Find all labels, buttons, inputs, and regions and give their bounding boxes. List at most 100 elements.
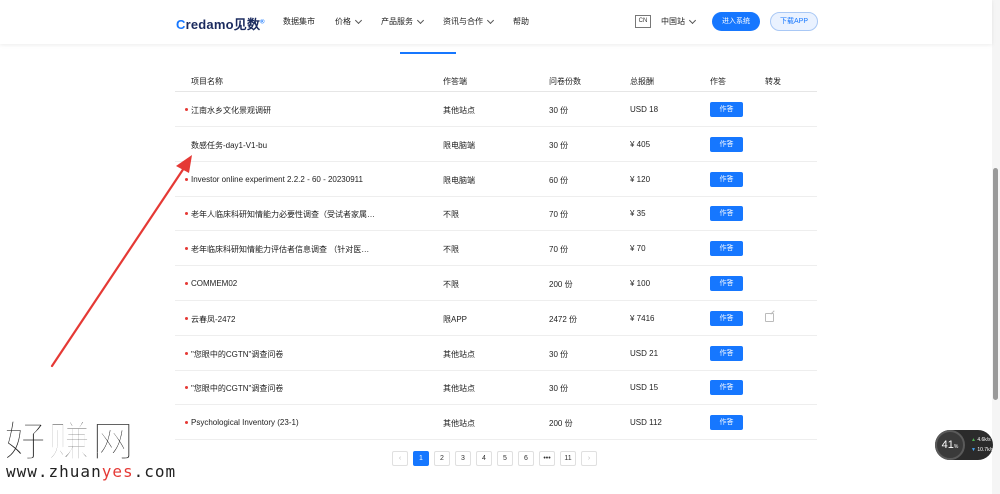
download-speed: ▼ 10.7k/s [971, 447, 994, 453]
red-dot-marker [185, 282, 188, 285]
red-dot-marker [185, 212, 188, 216]
nav-item-label: 帮助 [513, 17, 529, 26]
nav-item-0[interactable]: 数据集市 [283, 16, 315, 27]
project-name[interactable]: 数感任务-day1-V1-bu [191, 140, 267, 151]
project-name[interactable]: Investor online experiment 2.2.2 - 60 - … [191, 175, 363, 184]
table-row: Investor online experiment 2.2.2 - 60 - … [175, 162, 817, 197]
questionnaire-count: 60 份 [549, 175, 569, 185]
project-name[interactable]: "您眼中的CGTN"调查问卷 [191, 383, 283, 394]
total-pay: ¥ 35 [630, 209, 646, 219]
table-header: 项目名称 作答端 问卷份数 总报酬 作答 转发 [175, 70, 817, 92]
terminal-type: 限电脑端 [443, 175, 475, 185]
questionnaire-count: 2472 份 [549, 314, 578, 324]
questionnaire-count: 30 份 [549, 140, 569, 150]
answer-button[interactable]: 作答 [710, 276, 743, 291]
region-label: 中国站 [661, 17, 685, 26]
answer-button[interactable]: 作答 [710, 136, 743, 152]
watermark-logo-text: 好赚网 [3, 418, 137, 466]
page-button-1[interactable]: 2 [434, 451, 450, 466]
answer-button[interactable]: 作答 [710, 171, 743, 187]
download-app-button[interactable]: 下载APP [770, 12, 818, 31]
answer-button[interactable]: 作答 [710, 310, 743, 326]
terminal-type: 其他站点 [443, 419, 475, 429]
table-row: 数感任务-day1-V1-bu 限电脑端 30 份 ¥ 405 作答 [175, 127, 817, 162]
page-button-3[interactable]: 4 [476, 451, 492, 466]
region-selector[interactable]: 中国站 [661, 16, 697, 27]
col-pay: 总报酬 [630, 77, 654, 86]
nav-item-4[interactable]: 帮助 [513, 16, 529, 27]
total-pay: ¥ 70 [630, 244, 646, 254]
answer-button[interactable]: 作答 [710, 102, 743, 117]
red-dot-marker [185, 386, 188, 390]
network-speed-widget[interactable]: 41% ▲ 4.6k/s ▼ 10.7k/s [935, 430, 993, 460]
answer-button[interactable]: 作答 [710, 345, 743, 361]
project-name[interactable]: "您眼中的CGTN"调查问卷 [191, 349, 283, 360]
red-dot-marker [185, 247, 188, 251]
project-name[interactable]: 老年人临床科研知情能力必要性调查（受试者家属… [191, 209, 375, 220]
col-count: 问卷份数 [549, 77, 581, 86]
total-pay: USD 15 [630, 383, 659, 393]
project-name[interactable]: COMMEM02 [191, 279, 237, 288]
project-name[interactable]: Psychological Inventory (23-1) [191, 418, 299, 427]
table-row: COMMEM02 不限 200 份 ¥ 100 作答 [175, 266, 817, 301]
col-project-name: 项目名称 [191, 77, 223, 86]
nav-item-2[interactable]: 产品服务 [381, 16, 425, 27]
chevron-down-icon [416, 16, 425, 24]
page-button-2[interactable]: 3 [455, 451, 471, 466]
terminal-type: 其他站点 [443, 106, 475, 115]
questionnaire-count: 30 份 [549, 384, 569, 394]
table-row: 老年人临床科研知情能力必要性调查（受试者家属… 不限 70 份 ¥ 35 作答 [175, 196, 817, 232]
terminal-type: 不限 [443, 210, 459, 220]
project-name[interactable]: 老年临床科研知情能力评估者信息调查 （针对医… [191, 244, 369, 255]
prev-page-button[interactable]: ‹ [392, 451, 408, 466]
enter-system-button[interactable]: 进入系统 [712, 12, 760, 31]
nav-item-label: 资讯与合作 [443, 17, 483, 26]
language-toggle[interactable]: CN [635, 15, 651, 28]
table-row: "您眼中的CGTN"调查问卷 其他站点 30 份 USD 21 作答 [175, 336, 817, 371]
total-pay: ¥ 100 [630, 279, 651, 288]
page-button-0[interactable]: 1 [413, 451, 429, 466]
credamo-logo[interactable]: Credamo见数® [176, 14, 265, 33]
col-action: 作答 [710, 77, 726, 86]
terminal-type: 不限 [443, 280, 459, 289]
pagination: ‹ 1 2 3 4 5 6 ••• 11 › [392, 451, 602, 466]
red-dot-marker [185, 316, 188, 320]
chevron-down-icon [688, 16, 697, 24]
next-page-button[interactable]: › [581, 451, 597, 466]
watermark-url: www.zhuanyes.com [6, 462, 177, 481]
answer-button[interactable]: 作答 [710, 415, 743, 431]
active-tab-underline [400, 52, 456, 54]
scrollbar-thumb[interactable] [993, 168, 998, 400]
cpu-percent-badge: 41% [935, 430, 965, 460]
page-button-4[interactable]: 5 [497, 451, 513, 466]
terminal-type: 不限 [443, 245, 459, 255]
project-name[interactable]: 云春凤-2472 [191, 314, 235, 325]
upload-speed: ▲ 4.6k/s [971, 437, 991, 443]
questionnaire-count: 30 份 [549, 106, 569, 115]
red-dot-marker [185, 108, 188, 111]
answer-button[interactable]: 作答 [710, 380, 743, 396]
terminal-type: 限APP [443, 314, 468, 324]
terminal-type: 其他站点 [443, 384, 475, 394]
nav-item-label: 价格 [335, 17, 351, 26]
page-button-5[interactable]: 6 [518, 451, 534, 466]
table-row: 云春凤-2472 限APP 2472 份 ¥ 7416 作答 [175, 301, 817, 336]
share-icon[interactable] [765, 312, 774, 322]
answer-button[interactable]: 作答 [710, 241, 743, 257]
terminal-type: 其他站点 [443, 349, 475, 359]
questionnaire-count: 70 份 [549, 210, 569, 220]
answer-button[interactable]: 作答 [710, 206, 743, 222]
nav-item-label: 产品服务 [381, 17, 413, 26]
questionnaire-count: 200 份 [549, 419, 573, 429]
page-button-7[interactable]: 11 [560, 451, 576, 466]
table-row: "您眼中的CGTN"调查问卷 其他站点 30 份 USD 15 作答 [175, 370, 817, 406]
col-share: 转发 [765, 77, 781, 86]
questionnaire-count: 70 份 [549, 245, 569, 255]
nav-item-1[interactable]: 价格 [335, 16, 363, 27]
project-name[interactable]: 江南水乡文化景观调研 [191, 105, 271, 116]
page-button-6[interactable]: ••• [539, 451, 555, 466]
main-nav: 数据集市 价格 产品服务 资讯与合作 帮助 [283, 16, 549, 27]
nav-item-3[interactable]: 资讯与合作 [443, 16, 495, 27]
col-terminal: 作答端 [443, 77, 467, 86]
terminal-type: 限电脑端 [443, 140, 475, 150]
